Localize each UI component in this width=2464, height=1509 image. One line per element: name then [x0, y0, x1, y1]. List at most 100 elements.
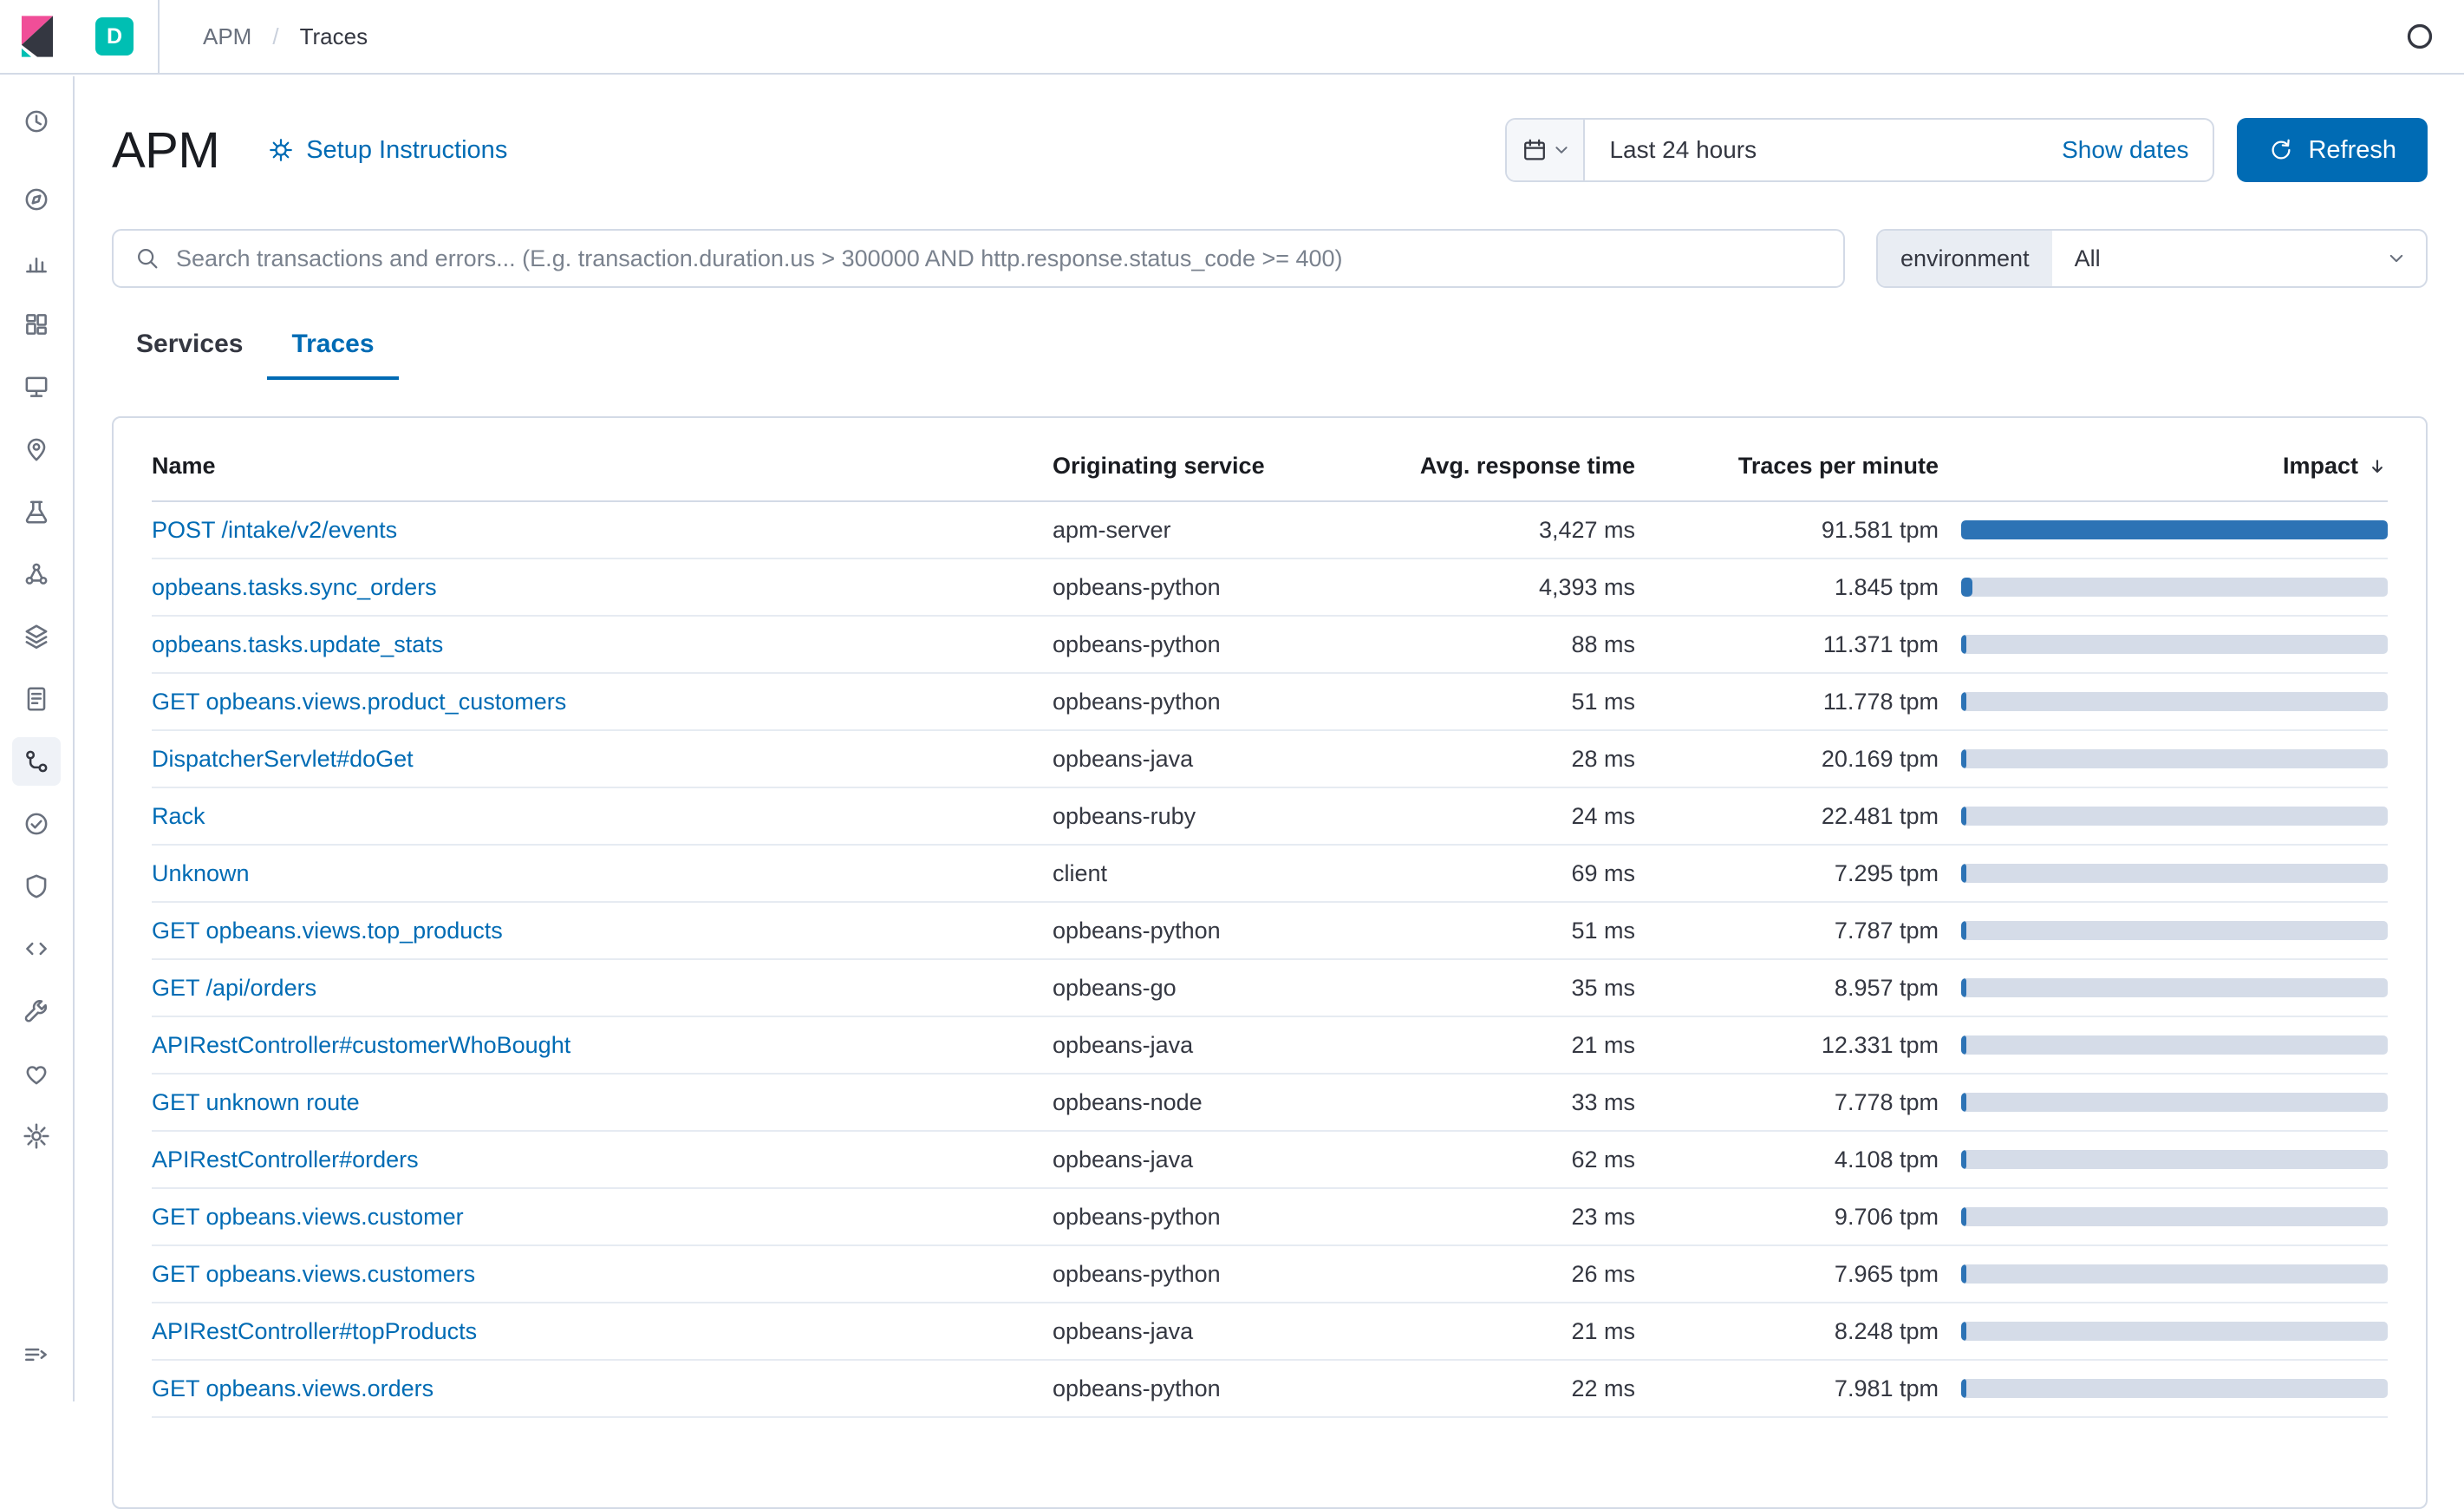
- trace-name-link[interactable]: GET opbeans.views.customer: [152, 1204, 464, 1230]
- avg-response-time-cell: 21 ms: [1571, 1317, 1635, 1344]
- sidebar-item-code[interactable]: [0, 918, 73, 980]
- trace-name-link[interactable]: APIRestController#customerWhoBought: [152, 1032, 570, 1058]
- originating-service-cell: opbeans-python: [1053, 1375, 1221, 1401]
- column-header-originating-service[interactable]: Originating service: [1053, 453, 1382, 480]
- canvas-icon: [25, 376, 48, 397]
- avg-response-time-cell: 69 ms: [1571, 859, 1635, 886]
- trace-name-link[interactable]: opbeans.tasks.update_stats: [152, 631, 443, 657]
- sidebar-item-graph[interactable]: [0, 543, 73, 605]
- sidebar-item-canvas[interactable]: [0, 356, 73, 418]
- trace-name-link[interactable]: GET opbeans.views.top_products: [152, 918, 503, 944]
- table-row: GET opbeans.views.customer opbeans-pytho…: [152, 1189, 2388, 1246]
- kibana-logo[interactable]: [0, 15, 75, 58]
- visualize-icon: [26, 258, 47, 273]
- impact-cell: [1939, 520, 2388, 539]
- impact-bar-track: [1961, 692, 2388, 711]
- table-body: POST /intake/v2/events apm-server 3,427 …: [152, 502, 2388, 1418]
- table-row: GET opbeans.views.orders opbeans-python …: [152, 1361, 2388, 1418]
- trace-name-link[interactable]: DispatcherServlet#doGet: [152, 746, 414, 772]
- time-range-value[interactable]: Last 24 hours: [1585, 136, 1757, 164]
- show-dates-link[interactable]: Show dates: [2062, 136, 2213, 164]
- traces-per-minute-cell: 7.295 tpm: [1834, 859, 1939, 886]
- trace-name-link[interactable]: Rack: [152, 803, 205, 829]
- sidebar-item-uptime[interactable]: [0, 793, 73, 855]
- impact-bar-track: [1961, 1264, 2388, 1284]
- sidebar-item-dev-tools[interactable]: [0, 980, 73, 1042]
- traces-per-minute-cell: 7.787 tpm: [1834, 917, 1939, 944]
- date-picker: Last 24 hours Show dates: [1505, 118, 2215, 182]
- page-title: APM: [112, 121, 220, 179]
- sidebar-item-maps[interactable]: [0, 418, 73, 480]
- column-header-avg-response-time[interactable]: Avg. response time: [1382, 453, 1635, 480]
- search-input[interactable]: [176, 245, 1822, 272]
- column-header-traces-per-minute[interactable]: Traces per minute: [1635, 453, 1939, 480]
- chevron-down-icon: [1555, 147, 1568, 154]
- main-content: APM Setup Instructions Last 24 hours Sho…: [75, 75, 2464, 1509]
- sidebar-collapse-button[interactable]: [0, 1323, 73, 1386]
- trace-name-link[interactable]: GET /api/orders: [152, 975, 316, 1001]
- impact-cell: [1939, 749, 2388, 768]
- sidebar-item-management[interactable]: [0, 1105, 73, 1167]
- table-row: Rack opbeans-ruby 24 ms 22.481 tpm: [152, 788, 2388, 846]
- trace-name-link[interactable]: GET unknown route: [152, 1089, 360, 1115]
- impact-bar-fill: [1961, 692, 1966, 711]
- traces-per-minute-cell: 91.581 tpm: [1821, 516, 1939, 543]
- sort-desc-arrow-icon: [2372, 459, 2383, 473]
- setup-instructions-link[interactable]: Setup Instructions: [268, 136, 507, 165]
- sidebar-item-recent[interactable]: [0, 97, 73, 146]
- table-row: APIRestController#topProducts opbeans-ja…: [152, 1303, 2388, 1361]
- table-row: GET opbeans.views.customers opbeans-pyth…: [152, 1246, 2388, 1303]
- dashboard-icon: [26, 314, 47, 335]
- sidebar-item-visualize[interactable]: [0, 231, 73, 293]
- trace-name-link[interactable]: GET opbeans.views.product_customers: [152, 689, 566, 715]
- sidebar-item-apm[interactable]: [0, 730, 73, 793]
- originating-service-cell: opbeans-python: [1053, 573, 1221, 600]
- originating-service-cell: client: [1053, 859, 1108, 886]
- impact-bar-track: [1961, 1035, 2388, 1055]
- sidebar-item-dashboard[interactable]: [0, 293, 73, 356]
- impact-bar-fill: [1961, 578, 1972, 597]
- refresh-label: Refresh: [2308, 135, 2396, 164]
- sidebar-item-monitoring[interactable]: [0, 1042, 73, 1105]
- impact-bar-track: [1961, 749, 2388, 768]
- impact-cell: [1939, 635, 2388, 654]
- sidebar-item-machine-learning[interactable]: [0, 480, 73, 543]
- trace-name-link[interactable]: APIRestController#orders: [152, 1146, 419, 1173]
- trace-name-link[interactable]: POST /intake/v2/events: [152, 517, 397, 543]
- impact-header-label: Impact: [2282, 453, 2358, 479]
- impact-cell: [1939, 864, 2388, 883]
- space-avatar[interactable]: D: [95, 17, 134, 56]
- traces-per-minute-cell: 4.108 tpm: [1834, 1146, 1939, 1173]
- maps-icon: [27, 438, 46, 461]
- impact-bar-fill: [1961, 1093, 1966, 1112]
- management-gear-icon: [23, 1123, 49, 1149]
- column-header-name[interactable]: Name: [152, 453, 1053, 480]
- trace-name-link[interactable]: Unknown: [152, 860, 250, 886]
- breadcrumb-separator: /: [272, 23, 279, 49]
- trace-name-link[interactable]: GET opbeans.views.customers: [152, 1261, 475, 1287]
- impact-bar-track: [1961, 864, 2388, 883]
- traces-per-minute-cell: 7.965 tpm: [1834, 1260, 1939, 1287]
- impact-bar-track: [1961, 635, 2388, 654]
- impact-bar-track: [1961, 1150, 2388, 1169]
- trace-name-link[interactable]: GET opbeans.views.orders: [152, 1375, 433, 1401]
- trace-name-link[interactable]: opbeans.tasks.sync_orders: [152, 574, 437, 600]
- impact-bar-track: [1961, 921, 2388, 940]
- table-row: GET opbeans.views.top_products opbeans-p…: [152, 903, 2388, 960]
- sidebar-item-siem[interactable]: [0, 855, 73, 918]
- trace-name-link[interactable]: APIRestController#topProducts: [152, 1318, 477, 1344]
- environment-filter[interactable]: environment All: [1876, 229, 2428, 288]
- impact-bar-track: [1961, 1322, 2388, 1341]
- impact-bar-fill: [1961, 1264, 1966, 1284]
- sidebar-item-discover[interactable]: [0, 168, 73, 231]
- column-header-impact[interactable]: Impact: [1939, 453, 2388, 480]
- sidebar-item-logs[interactable]: [0, 668, 73, 730]
- date-quick-select-button[interactable]: [1507, 120, 1586, 180]
- tab-services[interactable]: Services: [112, 317, 267, 380]
- search-bar[interactable]: [112, 229, 1845, 288]
- sidebar-item-infrastructure[interactable]: [0, 605, 73, 668]
- help-icon[interactable]: [2403, 20, 2436, 53]
- tab-traces[interactable]: Traces: [267, 317, 399, 380]
- refresh-button[interactable]: Refresh: [2237, 118, 2428, 182]
- breadcrumb-apm[interactable]: APM: [203, 23, 251, 50]
